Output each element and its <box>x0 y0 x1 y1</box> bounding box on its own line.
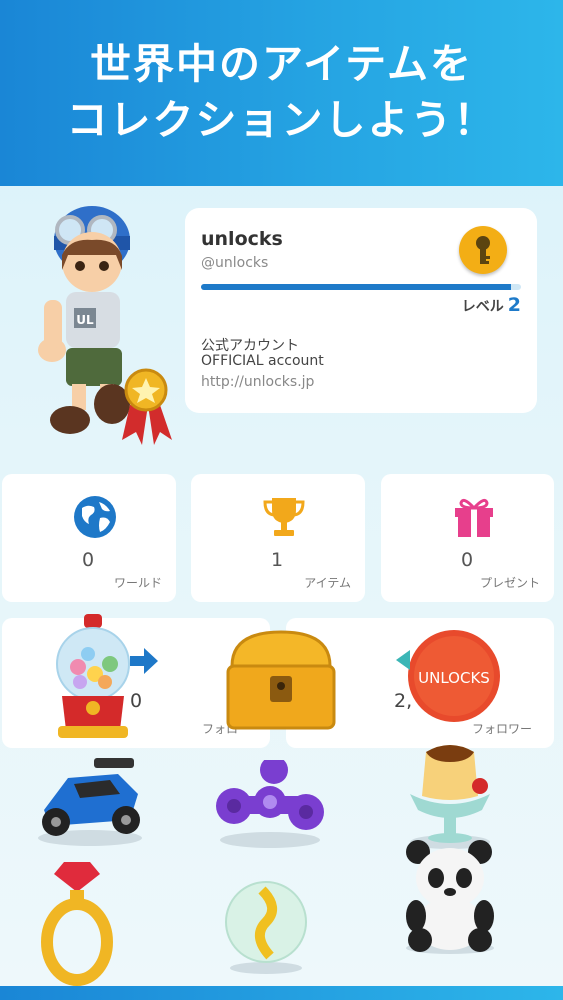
key-icon[interactable] <box>459 226 507 274</box>
ring-item[interactable] <box>34 858 120 988</box>
stat-card-items[interactable]: 1 アイテム <box>191 474 365 602</box>
items-label: アイテム <box>304 576 351 590</box>
svg-text:UL: UL <box>76 313 94 327</box>
banner-line-1: 世界中のアイテムを <box>90 40 473 88</box>
gumball-machine-item[interactable] <box>50 612 136 742</box>
level-progress-bar <box>201 284 521 290</box>
arrow-left-icon <box>396 650 410 670</box>
profile-description-line-2: OFFICIAL account <box>201 353 324 369</box>
profile-name: unlocks <box>201 228 283 250</box>
level-indicator: レベル 2 <box>462 294 521 316</box>
level-value: 2 <box>507 294 521 316</box>
stat-card-worlds[interactable]: 0 ワールド <box>2 474 176 602</box>
profile-description-line-1: 公式アカウント <box>201 338 299 354</box>
stat-card-presents[interactable]: 0 プレゼント <box>381 474 554 602</box>
treasure-chest-item[interactable] <box>222 626 340 736</box>
rc-car-item[interactable] <box>30 750 148 850</box>
level-progress-fill <box>201 284 512 290</box>
worlds-label: ワールド <box>113 576 162 590</box>
banner-line-2: コレクションしよう！ <box>66 96 497 144</box>
pudding-item[interactable] <box>402 738 498 850</box>
items-count: 1 <box>271 549 284 571</box>
gift-icon <box>451 494 497 540</box>
promo-banner: 世界中のアイテムを コレクションしよう！ <box>0 0 563 186</box>
unlocks-badge-text: UNLOCKS <box>418 669 490 687</box>
profile-handle: @unlocks <box>201 255 269 271</box>
globe-icon <box>72 494 118 540</box>
avatar-character[interactable]: UL <box>30 200 180 450</box>
presents-count: 0 <box>461 549 474 571</box>
unlocks-badge[interactable]: UNLOCKS <box>406 628 502 724</box>
trophy-icon <box>261 494 307 540</box>
marble-item[interactable] <box>222 872 310 976</box>
footer-bar <box>0 986 563 1000</box>
worlds-count: 0 <box>82 549 95 571</box>
panda-item[interactable] <box>400 840 500 956</box>
level-label: レベル <box>461 299 504 315</box>
fidget-spinner-item[interactable] <box>212 760 326 850</box>
presents-label: プレゼント <box>479 576 540 590</box>
profile-url-link[interactable]: http://unlocks.jp <box>201 374 314 390</box>
profile-card[interactable]: unlocks @unlocks レベル 2 公式アカウント OFFICIAL a… <box>185 208 537 413</box>
